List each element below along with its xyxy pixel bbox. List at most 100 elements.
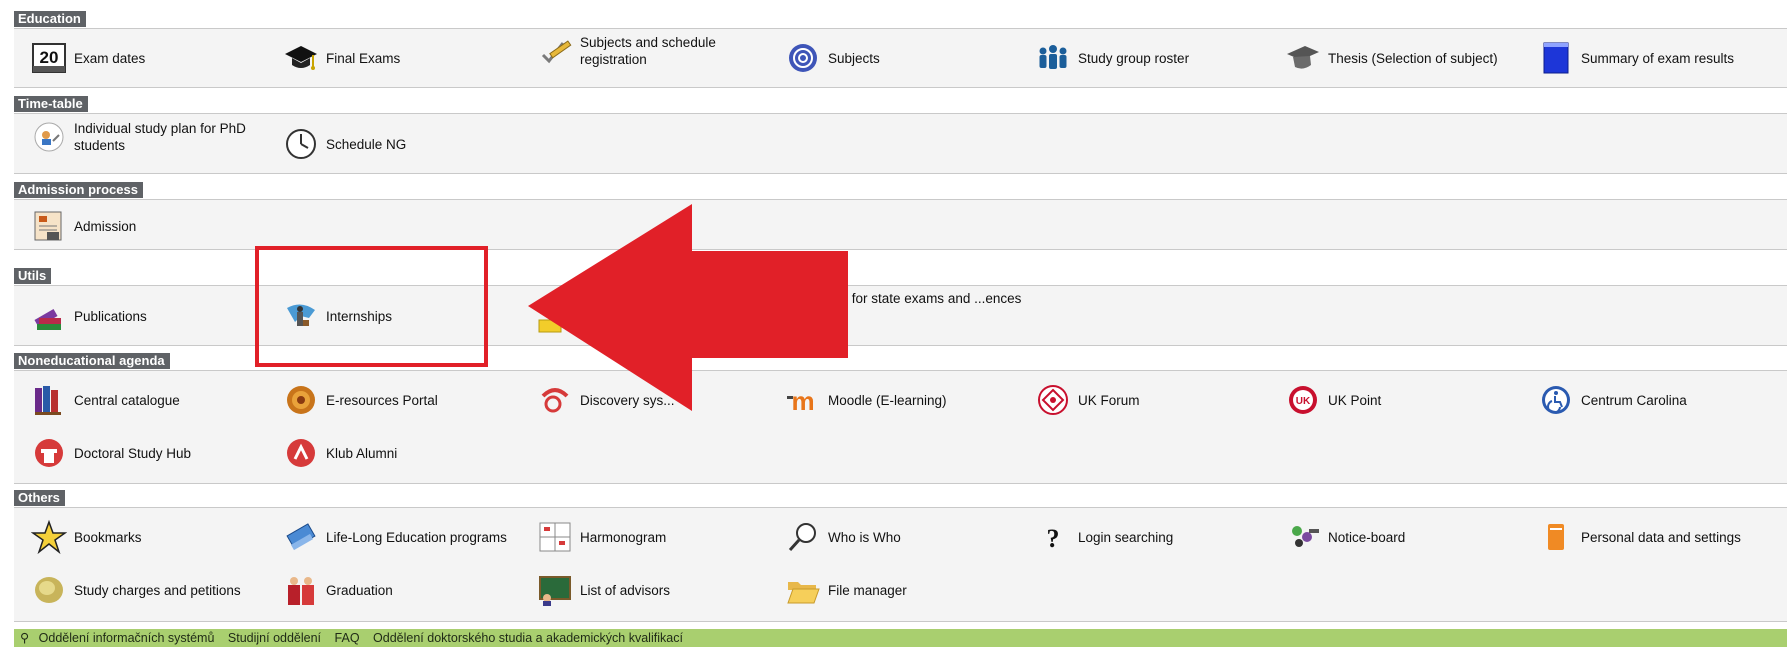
item-label: Discovery sys...	[580, 392, 675, 408]
application-form-icon	[30, 207, 68, 245]
item-label: Thesis (Selection of subject)	[1328, 50, 1498, 66]
footer-link-faq[interactable]: FAQ	[335, 631, 360, 645]
item-schedule-ng[interactable]: Schedule NG	[282, 125, 406, 163]
section-header-time-table: Time-table	[14, 96, 88, 112]
item-notice-board[interactable]: Notice-board	[1284, 518, 1405, 556]
magnifier-icon	[784, 518, 822, 556]
item-label: List of advisors	[580, 582, 671, 598]
item-who-is-who[interactable]: Who is Who	[784, 518, 901, 556]
item-internships[interactable]: Internships	[282, 297, 392, 335]
section-header-noneducational: Noneducational agenda	[14, 353, 170, 369]
open-folder-icon	[784, 571, 822, 609]
item-label: Schedule NG	[326, 136, 407, 152]
catalogue-books-icon	[30, 381, 68, 419]
footer-link-information-systems[interactable]: Oddělení informačních systémů	[39, 631, 215, 645]
item-uk-point[interactable]: UK UK Point	[1284, 381, 1381, 419]
item-label: Admission	[74, 218, 137, 234]
item-label: Summary of exam results	[1581, 50, 1735, 66]
item-label: Subjects and schedule registration	[580, 35, 716, 67]
item-label: Study charges and petitions	[74, 582, 241, 598]
item-central-catalogue[interactable]: Central catalogue	[30, 381, 180, 419]
discovery-icon	[536, 381, 574, 419]
item-klub-alumni[interactable]: Klub Alumni	[282, 434, 397, 472]
item-subjects-schedule[interactable]: Subjects and schedule registration	[536, 32, 736, 70]
people-icon	[1034, 39, 1072, 77]
footer-link-doctoral-department[interactable]: Oddělení doktorského studia a akademický…	[373, 631, 683, 645]
seal-icon	[282, 381, 320, 419]
uk-forum-icon	[1034, 381, 1072, 419]
calendar-20-icon: 20	[30, 39, 68, 77]
globe-traveler-icon	[282, 297, 320, 335]
item-uk-forum[interactable]: UK Forum	[1034, 381, 1140, 419]
accessibility-icon	[1537, 381, 1575, 419]
pencil-check-icon	[536, 32, 574, 70]
section-body-noneducational: Central catalogue E-resources Portal Dis…	[14, 370, 1787, 484]
footer-link-study-department[interactable]: Studijní oddělení	[228, 631, 321, 645]
item-file-manager[interactable]: File manager	[784, 571, 907, 609]
item-harmonogram[interactable]: Harmonogram	[536, 518, 666, 556]
item-label: Klub Alumni	[326, 445, 398, 461]
item-label: E-resources Portal	[326, 392, 438, 408]
item-study-charges[interactable]: Study charges and petitions	[30, 571, 241, 609]
chalkboard-icon	[536, 571, 574, 609]
section-header-admission: Admission process	[14, 182, 143, 198]
item-label: UK Point	[1328, 392, 1382, 408]
item-final-exams[interactable]: Final Exams	[282, 39, 400, 77]
uk-point-icon: UK	[1284, 381, 1322, 419]
item-utils-folder[interactable]	[536, 297, 580, 335]
svg-text:?: ?	[1047, 524, 1060, 553]
star-bookmark-icon	[30, 518, 68, 556]
item-e-resources[interactable]: E-resources Portal	[282, 381, 438, 419]
item-label: Bookmarks	[74, 529, 142, 545]
blue-book-stack-icon	[282, 518, 320, 556]
item-label: Personal data and settings	[1581, 529, 1741, 545]
item-list-of-advisors[interactable]: List of advisors	[536, 571, 670, 609]
item-subjects[interactable]: Subjects	[784, 39, 880, 77]
item-moodle[interactable]: m Moodle (E-learning)	[784, 381, 947, 419]
graduation-people-icon	[282, 571, 320, 609]
section-header-utils: Utils	[14, 268, 52, 284]
section-body-others: Bookmarks Life-Long Education programs H…	[14, 507, 1787, 622]
item-exam-dates[interactable]: 20 Exam dates	[30, 39, 145, 77]
svg-text:20: 20	[40, 48, 59, 67]
item-label: Subjects	[828, 50, 880, 66]
section-body-education: 20 Exam dates Final Exams Subjects and s…	[14, 28, 1787, 88]
item-admission[interactable]: Admission	[30, 207, 136, 245]
item-consultations[interactable]: ...ltations for state exams and ...ences	[794, 290, 1044, 307]
item-label: Central catalogue	[74, 392, 180, 408]
section-body-time-table: Individual study plan for PhD students S…	[14, 113, 1787, 174]
item-label: Harmonogram	[580, 529, 667, 545]
item-label: Individual study plan for PhD students	[74, 121, 246, 153]
item-label: Doctoral Study Hub	[74, 445, 192, 461]
section-header-others: Others	[14, 490, 65, 506]
svg-text:m: m	[791, 386, 814, 416]
charges-icon	[30, 571, 68, 609]
item-doctoral-study-hub[interactable]: Doctoral Study Hub	[30, 434, 191, 472]
yellow-folder-icon	[536, 297, 574, 335]
item-label: Publications	[74, 308, 147, 324]
item-thesis[interactable]: Thesis (Selection of subject)	[1284, 39, 1498, 77]
notice-board-icon	[1284, 518, 1322, 556]
hub-icon	[30, 434, 68, 472]
question-mark-icon: ?	[1034, 518, 1072, 556]
item-summary-exam-results[interactable]: Summary of exam results	[1537, 39, 1734, 77]
item-discovery[interactable]: Discovery sys...	[536, 381, 675, 419]
item-label: File manager	[828, 582, 907, 598]
item-label: Life-Long Education programs	[326, 529, 507, 545]
info-icon: ⚲	[20, 631, 30, 645]
footer-bar: ⚲ Oddělení informačních systémů Studijní…	[14, 629, 1787, 647]
item-label: Who is Who	[828, 529, 901, 545]
item-individual-study-plan[interactable]: Individual study plan for PhD students	[30, 118, 270, 156]
clock-icon	[282, 125, 320, 163]
item-study-group-roster[interactable]: Study group roster	[1034, 39, 1189, 77]
item-graduation[interactable]: Graduation	[282, 571, 393, 609]
item-centrum-carolina[interactable]: Centrum Carolina	[1537, 381, 1687, 419]
item-personal-data[interactable]: Personal data and settings	[1537, 518, 1741, 556]
item-login-searching[interactable]: ? Login searching	[1034, 518, 1174, 556]
blue-book-icon	[1537, 39, 1575, 77]
item-label: Login searching	[1078, 529, 1174, 545]
item-bookmarks[interactable]: Bookmarks	[30, 518, 142, 556]
item-publications[interactable]: Publications	[30, 297, 147, 335]
item-life-long-education[interactable]: Life-Long Education programs	[282, 518, 507, 556]
item-label: Internships	[326, 308, 393, 324]
